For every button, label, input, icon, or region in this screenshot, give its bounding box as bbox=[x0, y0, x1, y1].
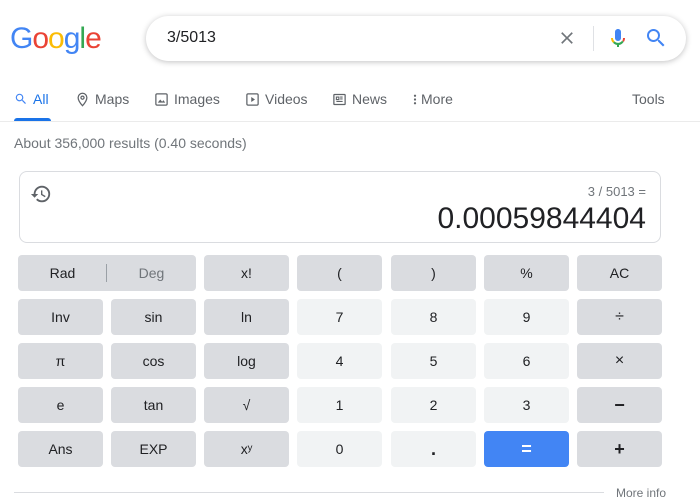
deg-button[interactable]: Deg bbox=[107, 255, 196, 291]
logo-letter: g bbox=[63, 22, 81, 55]
logo-letter: e bbox=[85, 22, 102, 55]
angle-mode-toggle[interactable]: Rad Deg bbox=[18, 255, 196, 291]
cos-button[interactable]: cos bbox=[111, 343, 196, 379]
calculator-display: 3 / 5013 = 0.00059844404 bbox=[19, 171, 661, 243]
euler-button[interactable]: e bbox=[18, 387, 103, 423]
sin-button[interactable]: sin bbox=[111, 299, 196, 335]
tab-all[interactable]: All bbox=[14, 86, 49, 122]
tabs-divider bbox=[0, 121, 700, 122]
tab-more[interactable]: More bbox=[411, 86, 453, 122]
kebab-icon bbox=[413, 94, 417, 105]
search-icon bbox=[15, 93, 26, 104]
tab-label: Images bbox=[174, 91, 220, 107]
bottom-divider bbox=[14, 492, 604, 493]
factorial-button[interactable]: x! bbox=[204, 255, 289, 291]
multiply-button[interactable]: × bbox=[577, 343, 662, 379]
search-icon[interactable] bbox=[644, 26, 668, 50]
digit-3-button[interactable]: 3 bbox=[484, 387, 569, 423]
digit-4-button[interactable]: 4 bbox=[297, 343, 382, 379]
digit-6-button[interactable]: 6 bbox=[484, 343, 569, 379]
equals-button[interactable]: = bbox=[484, 431, 569, 467]
image-icon bbox=[155, 93, 168, 106]
subtract-button[interactable]: − bbox=[577, 387, 662, 423]
search-tabs: All Maps Images Videos News More Tools bbox=[0, 86, 700, 122]
tab-label: Maps bbox=[95, 91, 130, 107]
digit-1-button[interactable]: 1 bbox=[297, 387, 382, 423]
calculator-expression: 3 / 5013 = bbox=[587, 184, 646, 199]
history-icon[interactable] bbox=[30, 183, 52, 205]
add-button[interactable]: + bbox=[577, 431, 662, 467]
play-icon bbox=[246, 93, 259, 106]
digit-8-button[interactable]: 8 bbox=[391, 299, 476, 335]
google-logo[interactable]: Google bbox=[10, 22, 102, 56]
logo-letter: o bbox=[32, 22, 49, 55]
sqrt-button[interactable]: √ bbox=[204, 387, 289, 423]
ln-button[interactable]: ln bbox=[204, 299, 289, 335]
digit-5-button[interactable]: 5 bbox=[391, 343, 476, 379]
tab-label: Videos bbox=[265, 91, 308, 107]
tab-label: All bbox=[33, 91, 49, 107]
log-button[interactable]: log bbox=[204, 343, 289, 379]
divide-button[interactable]: ÷ bbox=[577, 299, 662, 335]
digit-9-button[interactable]: 9 bbox=[484, 299, 569, 335]
tab-videos[interactable]: Videos bbox=[245, 86, 308, 122]
close-paren-button[interactable]: ) bbox=[391, 255, 476, 291]
tan-button[interactable]: tan bbox=[111, 387, 196, 423]
percent-button[interactable]: % bbox=[484, 255, 569, 291]
map-pin-icon bbox=[77, 92, 88, 107]
search-divider bbox=[593, 26, 594, 51]
all-clear-button[interactable]: AC bbox=[577, 255, 662, 291]
logo-letter: o bbox=[48, 22, 65, 55]
power-button[interactable]: xʸ bbox=[204, 431, 289, 467]
search-input[interactable]: 3/5013 bbox=[167, 29, 216, 47]
rad-button[interactable]: Rad bbox=[18, 255, 107, 291]
tab-maps[interactable]: Maps bbox=[75, 86, 129, 122]
tab-label: More bbox=[421, 91, 453, 107]
logo-letter: G bbox=[10, 22, 33, 55]
close-icon[interactable] bbox=[557, 28, 577, 48]
inverse-button[interactable]: Inv bbox=[18, 299, 103, 335]
more-info-link[interactable]: More info bbox=[616, 486, 666, 500]
open-paren-button[interactable]: ( bbox=[297, 255, 382, 291]
calculator-result: 0.00059844404 bbox=[437, 202, 646, 235]
decimal-button[interactable]: . bbox=[391, 431, 476, 467]
digit-7-button[interactable]: 7 bbox=[297, 299, 382, 335]
digit-0-button[interactable]: 0 bbox=[297, 431, 382, 467]
newspaper-icon bbox=[333, 93, 346, 106]
tab-label: News bbox=[352, 91, 388, 107]
result-stats: About 356,000 results (0.40 seconds) bbox=[14, 135, 247, 151]
tools-button[interactable]: Tools bbox=[632, 91, 665, 107]
exp-button[interactable]: EXP bbox=[111, 431, 196, 467]
tab-news[interactable]: News bbox=[332, 86, 387, 122]
pi-button[interactable]: π bbox=[18, 343, 103, 379]
microphone-icon[interactable] bbox=[606, 26, 630, 50]
digit-2-button[interactable]: 2 bbox=[391, 387, 476, 423]
tab-images[interactable]: Images bbox=[154, 86, 220, 122]
search-box[interactable]: 3/5013 bbox=[146, 16, 686, 61]
answer-button[interactable]: Ans bbox=[18, 431, 103, 467]
